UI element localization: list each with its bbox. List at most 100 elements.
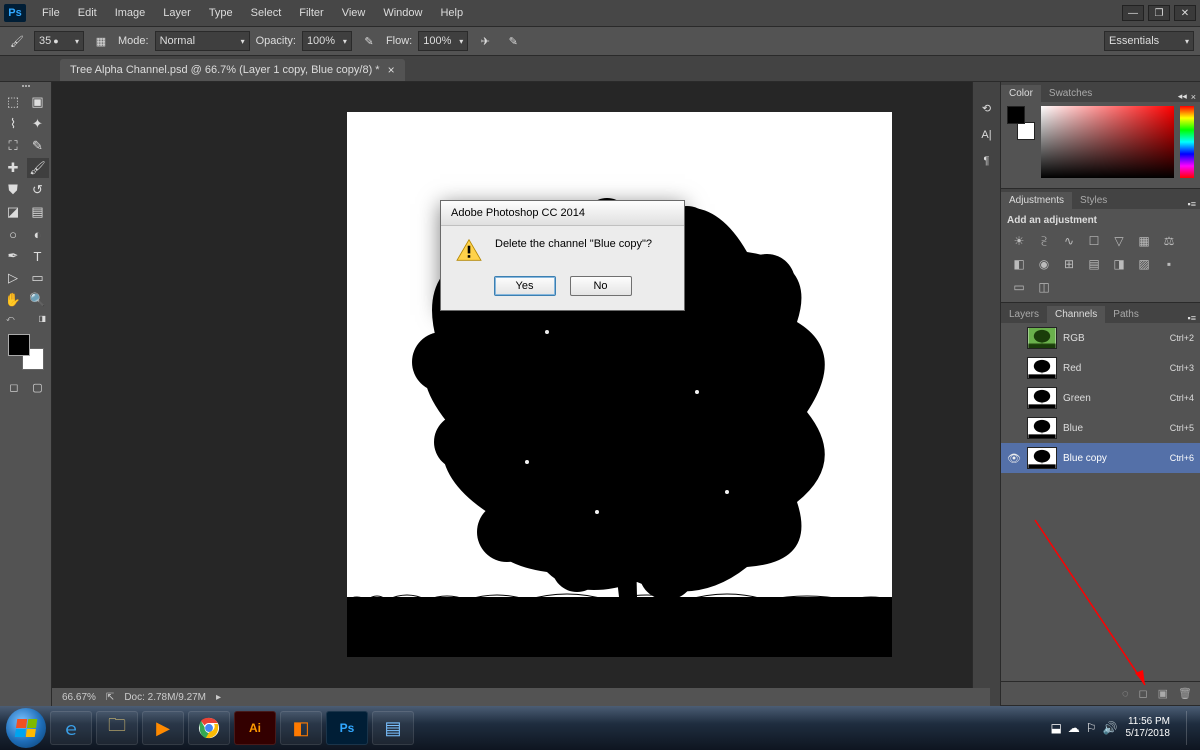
- tab-swatches[interactable]: Swatches: [1041, 85, 1100, 102]
- brush-tool[interactable]: 🖌: [27, 158, 49, 178]
- marquee-tool[interactable]: ▣: [27, 92, 49, 112]
- hand-tool[interactable]: ✋: [2, 290, 24, 310]
- tab-layers[interactable]: Layers: [1001, 306, 1047, 323]
- tray-flag-icon[interactable]: ⚐: [1086, 721, 1097, 735]
- mode-select[interactable]: Normal▾: [155, 31, 250, 51]
- menu-view[interactable]: View: [334, 3, 374, 23]
- crop-tool[interactable]: ⛶: [2, 136, 24, 156]
- panel-menu-icon[interactable]: ▪≡: [1188, 313, 1196, 323]
- delete-channel-icon[interactable]: 🗑: [1178, 687, 1192, 700]
- panel-close-icon[interactable]: ×: [1191, 92, 1196, 102]
- tab-paths[interactable]: Paths: [1105, 306, 1147, 323]
- tray-cloud-icon[interactable]: ☁: [1068, 721, 1080, 735]
- tab-channels[interactable]: Channels: [1047, 306, 1105, 323]
- channel-row[interactable]: Green Ctrl+4: [1001, 383, 1200, 413]
- new-channel-icon[interactable]: ▣: [1158, 687, 1168, 700]
- tray-clock[interactable]: 11:56 PM 5/17/2018: [1126, 716, 1179, 740]
- blur-tool[interactable]: ○: [2, 224, 24, 244]
- minimize-button[interactable]: —: [1122, 5, 1144, 21]
- opacity-select[interactable]: 100%▾: [302, 31, 352, 51]
- type-tool[interactable]: T: [27, 246, 49, 266]
- history-brush-tool[interactable]: ↺: [27, 180, 49, 200]
- tab-color[interactable]: Color: [1001, 85, 1041, 102]
- history-panel-icon[interactable]: ⟲: [982, 102, 991, 115]
- pressure-opacity-icon[interactable]: ✎: [358, 31, 380, 51]
- menu-filter[interactable]: Filter: [291, 3, 331, 23]
- no-button[interactable]: No: [570, 276, 632, 296]
- maximize-button[interactable]: ❐: [1148, 5, 1170, 21]
- blackwhite-icon[interactable]: ◧: [1011, 257, 1027, 271]
- vibrance-icon[interactable]: ▽: [1111, 234, 1127, 248]
- taskbar-media-icon[interactable]: ▶: [142, 711, 184, 745]
- close-button[interactable]: ✕: [1174, 5, 1196, 21]
- canvas-area[interactable]: [52, 82, 972, 706]
- paragraph-panel-icon[interactable]: ¶: [984, 155, 990, 167]
- colorbalance-icon[interactable]: ⚖: [1161, 234, 1177, 248]
- taskbar-app-icon[interactable]: ◧: [280, 711, 322, 745]
- levels-icon[interactable]: ⫔: [1036, 234, 1052, 248]
- workspace-switcher[interactable]: Essentials▾: [1104, 31, 1194, 51]
- document-tab[interactable]: Tree Alpha Channel.psd @ 66.7% (Layer 1 …: [60, 59, 405, 81]
- taskbar-notes-icon[interactable]: ▤: [372, 711, 414, 745]
- zoom-level[interactable]: 66.67%: [62, 692, 96, 703]
- foreground-color[interactable]: [8, 334, 30, 356]
- menu-file[interactable]: File: [34, 3, 68, 23]
- panel-handle-icon[interactable]: [21, 85, 31, 89]
- yes-button[interactable]: Yes: [494, 276, 556, 296]
- brush-size-select[interactable]: 35●▾: [34, 31, 84, 51]
- dodge-tool[interactable]: ◐: [27, 224, 49, 244]
- move-tool[interactable]: ⬚: [2, 92, 24, 112]
- menu-layer[interactable]: Layer: [155, 3, 199, 23]
- brush-tool-icon[interactable]: 🖌: [6, 31, 28, 51]
- save-selection-icon[interactable]: ◻: [1138, 687, 1147, 700]
- zoom-tool[interactable]: 🔍: [27, 290, 49, 310]
- menu-help[interactable]: Help: [432, 3, 471, 23]
- tab-close-icon[interactable]: ×: [388, 63, 395, 77]
- colorlookup-icon[interactable]: ▤: [1086, 257, 1102, 271]
- channel-row[interactable]: Blue Ctrl+5: [1001, 413, 1200, 443]
- color-swatches[interactable]: [8, 334, 44, 370]
- brightness-icon[interactable]: ☀: [1011, 234, 1027, 248]
- exposure-icon[interactable]: ☐: [1086, 234, 1102, 248]
- selective-icon[interactable]: ◫: [1036, 280, 1052, 294]
- curves-icon[interactable]: ∿: [1061, 234, 1077, 248]
- eraser-tool[interactable]: ◪: [2, 202, 24, 222]
- stamp-tool[interactable]: ⛊: [2, 180, 24, 200]
- airbrush-icon[interactable]: ✈: [474, 31, 496, 51]
- character-panel-icon[interactable]: A|: [981, 129, 991, 141]
- menu-image[interactable]: Image: [107, 3, 154, 23]
- brush-panel-icon[interactable]: ▦: [90, 31, 112, 51]
- eyedropper-tool[interactable]: ✎: [27, 136, 49, 156]
- path-tool[interactable]: ▷: [2, 268, 24, 288]
- color-field[interactable]: [1041, 106, 1174, 178]
- healing-tool[interactable]: ✚: [2, 158, 24, 178]
- load-selection-icon[interactable]: ◌: [1122, 688, 1129, 700]
- taskbar-photoshop-icon[interactable]: Ps: [326, 711, 368, 745]
- hue-slider[interactable]: [1180, 106, 1194, 178]
- menu-window[interactable]: Window: [375, 3, 430, 23]
- tray-volume-icon[interactable]: 🔊: [1103, 721, 1118, 735]
- gradmap-icon[interactable]: ▭: [1011, 280, 1027, 294]
- channel-row[interactable]: RGB Ctrl+2: [1001, 323, 1200, 353]
- panel-background-color[interactable]: [1017, 122, 1035, 140]
- posterize-icon[interactable]: ▨: [1136, 257, 1152, 271]
- status-chevron-icon[interactable]: ▸: [216, 692, 221, 703]
- tab-adjustments[interactable]: Adjustments: [1001, 192, 1072, 209]
- invert-icon[interactable]: ◨: [1111, 257, 1127, 271]
- document-canvas[interactable]: [347, 112, 892, 657]
- status-arrow-icon[interactable]: ⇱: [106, 692, 114, 703]
- show-desktop-button[interactable]: [1186, 711, 1194, 745]
- quickmask-icon[interactable]: ◻: [4, 378, 24, 396]
- start-button[interactable]: [6, 708, 46, 748]
- menu-type[interactable]: Type: [201, 3, 241, 23]
- threshold-icon[interactable]: ▪: [1161, 257, 1177, 271]
- panel-menu-icon[interactable]: ▪≡: [1188, 199, 1196, 209]
- taskbar-ie-icon[interactable]: ｅ: [50, 711, 92, 745]
- color-panel-swatches[interactable]: [1007, 106, 1035, 140]
- taskbar-illustrator-icon[interactable]: Ai: [234, 711, 276, 745]
- taskbar-chrome-icon[interactable]: [188, 711, 230, 745]
- photofilter-icon[interactable]: ◉: [1036, 257, 1052, 271]
- panel-foreground-color[interactable]: [1007, 106, 1025, 124]
- pen-tool[interactable]: ✒: [2, 246, 24, 266]
- menu-edit[interactable]: Edit: [70, 3, 105, 23]
